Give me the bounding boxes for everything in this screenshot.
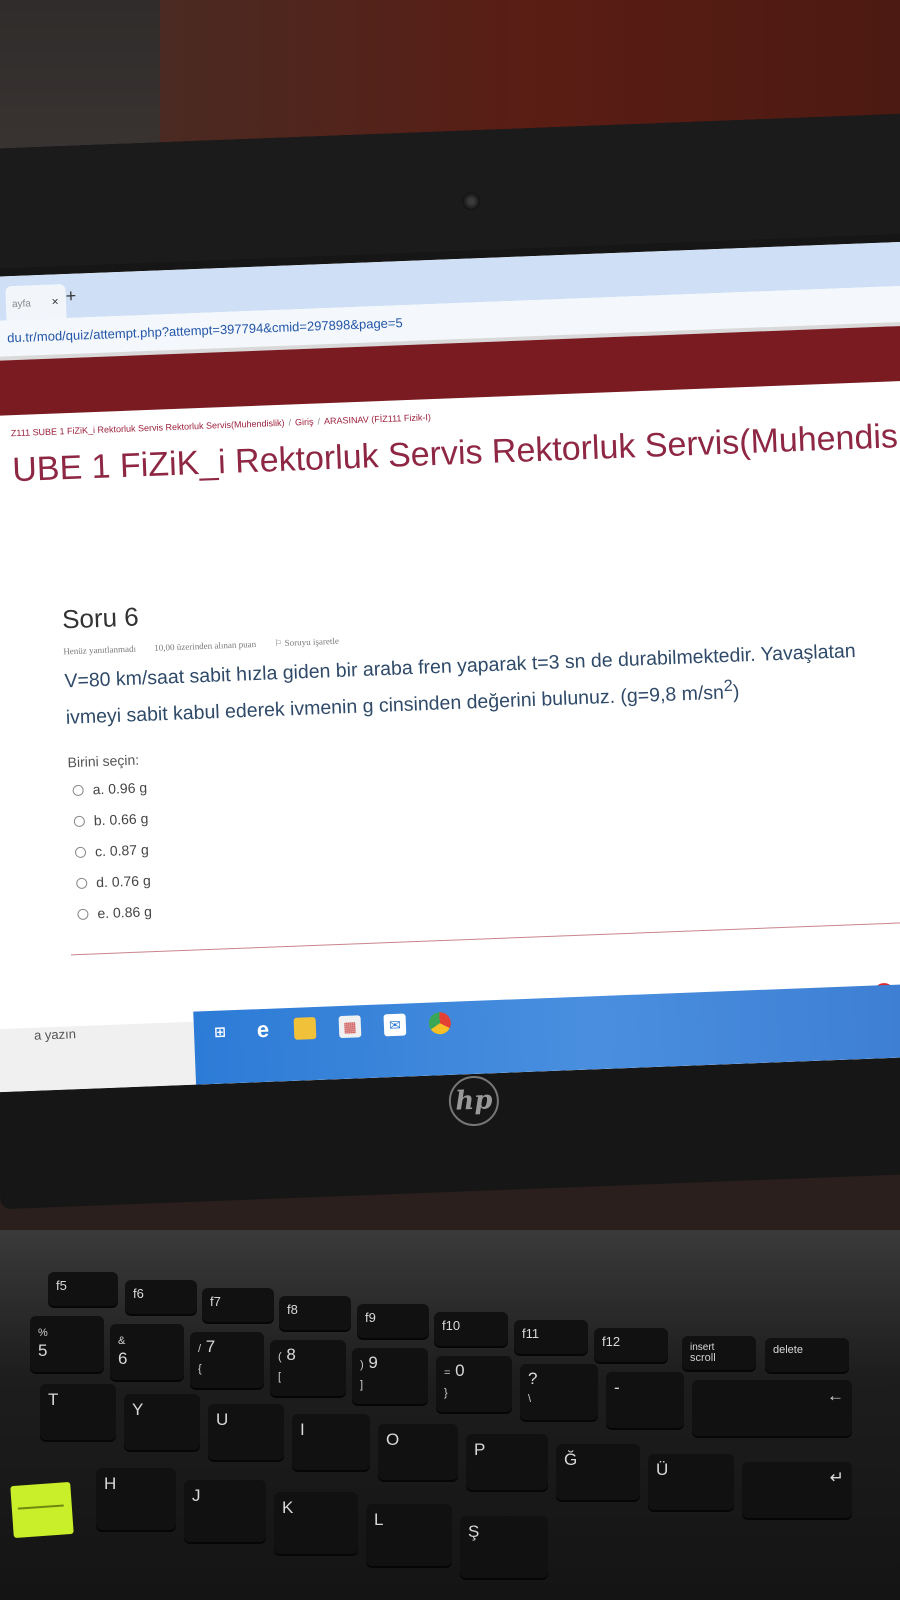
key-f9[interactable]: f9: [357, 1304, 429, 1338]
key-u-umlaut[interactable]: Ü: [648, 1454, 734, 1510]
key-symbol: =: [444, 1367, 451, 1379]
answer-option-c[interactable]: c. 0.87 g: [74, 841, 149, 860]
url-text[interactable]: du.tr/mod/quiz/attempt.php?attempt=39779…: [7, 315, 403, 345]
key-u[interactable]: U: [208, 1404, 284, 1460]
key-f10[interactable]: f10: [434, 1312, 508, 1346]
key-alt-symbol: {: [198, 1363, 202, 1375]
key-f5[interactable]: f5: [48, 1272, 118, 1306]
key-symbol: /: [198, 1343, 202, 1355]
radio-button[interactable]: [72, 784, 84, 796]
option-label: d. 0.76 g: [95, 872, 151, 891]
key-h[interactable]: H: [96, 1468, 176, 1530]
radio-button[interactable]: [76, 877, 88, 889]
key-f11[interactable]: f11: [514, 1320, 588, 1354]
key-l[interactable]: L: [366, 1504, 452, 1566]
sticky-note: [10, 1481, 74, 1539]
key-symbol: ?: [528, 1369, 538, 1388]
answer-option-a[interactable]: a. 0.96 g: [72, 779, 147, 798]
key-8[interactable]: ( 8 [: [270, 1340, 346, 1396]
key-p[interactable]: P: [466, 1434, 548, 1490]
radio-button[interactable]: [77, 908, 89, 920]
key-backspace[interactable]: ←: [692, 1380, 852, 1436]
key-symbol: ): [360, 1359, 364, 1371]
key-alt-symbol: }: [444, 1387, 448, 1399]
new-tab-button[interactable]: +: [65, 286, 76, 307]
key-f6[interactable]: f6: [125, 1280, 197, 1314]
option-label: b. 0.66 g: [93, 810, 149, 829]
key-insert[interactable]: insert scroll: [682, 1336, 756, 1370]
radio-button[interactable]: [73, 815, 86, 827]
key-k[interactable]: K: [274, 1492, 358, 1554]
key-f8[interactable]: f8: [279, 1296, 351, 1330]
key-alt-symbol: ]: [360, 1379, 364, 1391]
radio-button[interactable]: [74, 846, 87, 858]
task-view-icon[interactable]: ⊞: [209, 1020, 232, 1043]
key-digit: 9: [368, 1353, 378, 1372]
breadcrumb-quiz[interactable]: ARASINAV (FİZ111 Fizik-I): [324, 412, 431, 426]
key-i[interactable]: I: [292, 1414, 370, 1470]
key-j[interactable]: J: [184, 1480, 266, 1542]
laptop-lid: ayfa × + du.tr/mod/quiz/attempt.php?atte…: [0, 111, 900, 1210]
key-digit: 0: [455, 1361, 465, 1380]
key-g-breve[interactable]: Ğ: [556, 1444, 640, 1500]
option-label: a. 0.96 g: [92, 779, 148, 798]
breadcrumb: Z111 SUBE 1 FiZiK_i Rektorluk Servis Rek…: [10, 412, 432, 439]
key-o[interactable]: O: [378, 1424, 458, 1480]
key-symbol: &: [118, 1335, 126, 1347]
question-divider: [70, 920, 900, 956]
key-5[interactable]: % 5: [30, 1316, 104, 1372]
key-alt-symbol: [: [278, 1371, 282, 1383]
key-delete[interactable]: delete: [765, 1338, 849, 1372]
question-title: Soru 6: [61, 601, 140, 635]
taskbar-search[interactable]: a yazın: [34, 1026, 76, 1043]
key-t[interactable]: T: [40, 1384, 116, 1440]
laptop-screen: ayfa × + du.tr/mod/quiz/attempt.php?atte…: [0, 239, 900, 1093]
browser-tab[interactable]: ayfa ×: [5, 284, 67, 321]
answer-prompt: Birini seçin:: [67, 751, 140, 771]
key-symbol: (: [278, 1351, 282, 1363]
key-0[interactable]: = 0}: [436, 1356, 512, 1412]
key-enter[interactable]: ↵: [742, 1462, 852, 1518]
key-symbol: %: [38, 1327, 48, 1339]
flag-question-link[interactable]: ⚐ Soruyu işaretle: [274, 635, 355, 648]
edge-icon[interactable]: e: [252, 1017, 275, 1042]
key-alt-symbol: \: [528, 1393, 532, 1405]
question-text-end: ): [732, 680, 740, 704]
close-icon[interactable]: ×: [51, 294, 59, 308]
superscript-2: 2: [723, 676, 734, 696]
key-digit: 7: [205, 1337, 216, 1356]
key-digit: 5: [38, 1341, 48, 1360]
mail-icon[interactable]: ✉: [383, 1013, 407, 1037]
file-explorer-icon[interactable]: [293, 1016, 317, 1040]
key-7[interactable]: / 7{: [190, 1332, 264, 1388]
answer-option-d[interactable]: d. 0.76 g: [76, 872, 151, 891]
answer-option-e[interactable]: e. 0.86 g: [77, 903, 152, 922]
key-dash[interactable]: -: [606, 1372, 684, 1428]
key-f12[interactable]: f12: [594, 1328, 668, 1362]
key-scroll-label: scroll: [690, 1352, 716, 1364]
question-status: Henüz yanıtlanmadı: [63, 643, 137, 657]
key-digit: 6: [118, 1349, 128, 1368]
key-f7[interactable]: f7: [202, 1288, 274, 1322]
webcam-icon: [462, 192, 481, 211]
key-y[interactable]: Y: [124, 1394, 200, 1450]
flag-label[interactable]: Soruyu işaretle: [284, 636, 339, 648]
key-s-cedilla[interactable]: Ş: [460, 1516, 548, 1578]
hp-logo: hp: [447, 1075, 500, 1127]
option-label: c. 0.87 g: [94, 841, 149, 860]
key-digit: 8: [286, 1345, 296, 1364]
question-info: Henüz yanıtlanmadı 10,00 üzerinden alına…: [63, 635, 371, 658]
tab-label: ayfa: [11, 298, 32, 311]
answer-option-b[interactable]: b. 0.66 g: [73, 810, 149, 829]
key-9[interactable]: ) 9]: [352, 1348, 428, 1404]
question-points: 10,00 üzerinden alınan puan: [154, 638, 257, 653]
breadcrumb-home[interactable]: Giriş: [295, 417, 314, 428]
store-icon[interactable]: ▦: [338, 1015, 362, 1039]
key-6[interactable]: & 6: [110, 1324, 184, 1380]
breadcrumb-course[interactable]: Z111 SUBE 1 FiZiK_i Rektorluk Servis Rek…: [11, 418, 285, 439]
option-label: e. 0.86 g: [97, 903, 153, 922]
key-question[interactable]: ? \: [520, 1364, 598, 1420]
